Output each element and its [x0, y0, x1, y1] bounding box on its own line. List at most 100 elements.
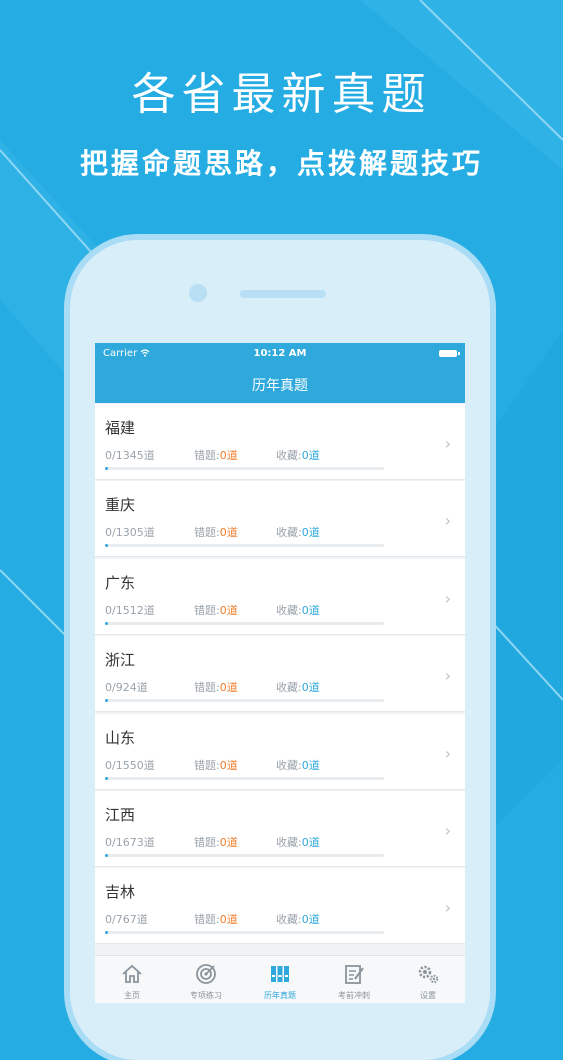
tab-practice[interactable]: 专项练习 [169, 956, 243, 1003]
app-screen: Carrier 10:12 AM 历年真题 福建 0/1345道 错题:0道 收藏:0… [95, 343, 465, 1003]
chevron-right-icon: › [444, 511, 451, 531]
province-name: 重庆 [105, 496, 136, 515]
wrong-count: 0道 [219, 758, 238, 772]
tab-label: 主页 [124, 991, 140, 1000]
province-row[interactable]: 吉林 0/767道 错题:0道 收藏:0道 › [95, 868, 465, 945]
target-icon [196, 964, 216, 984]
wrong-label: 错题: [194, 758, 220, 772]
wrong-stat: 错题:0道 [194, 679, 238, 695]
wrong-stat: 错题:0道 [194, 757, 238, 773]
tab-sprint[interactable]: 考前冲刺 [317, 956, 391, 1003]
progress-track [105, 853, 384, 857]
promo-subtitle: 把握命题思路，点拨解题技巧 [79, 147, 483, 180]
favorite-count: 0道 [301, 835, 320, 849]
page-title: 历年真题 [252, 378, 308, 394]
question-count: 0/1550道 [105, 758, 155, 772]
chevron-right-icon: › [444, 820, 451, 840]
favorite-count: 0道 [301, 449, 320, 462]
progress-track [105, 776, 384, 780]
wrong-label: 错题: [194, 835, 220, 849]
question-count: 0/1305道 [105, 526, 155, 540]
progress-fill [105, 544, 108, 548]
progress-fill [105, 699, 108, 703]
favorite-count: 0道 [301, 758, 320, 772]
tab-past-exams[interactable]: 历年真题 [243, 956, 317, 1003]
question-count: 0/1673道 [105, 835, 155, 849]
question-count: 0/924道 [105, 681, 148, 695]
tab-home[interactable]: 主页 [95, 956, 169, 1003]
nav-bar: Carrier 10:12 AM 历年真题 [95, 343, 465, 403]
favorite-stat: 收藏:0道 [276, 834, 320, 850]
tab-bar: 主页 专项练习 历年真题 考前冲刺 设置 [95, 955, 465, 1003]
progress-track [105, 544, 384, 548]
progress-track [105, 621, 384, 625]
province-name: 福建 [105, 419, 136, 437]
favorite-label: 收藏: [276, 526, 302, 540]
promo-title: 各省最新真题 [131, 69, 432, 120]
wrong-count: 0道 [219, 835, 238, 849]
province-row[interactable]: 浙江 0/924道 错题:0道 收藏:0道 › [95, 636, 465, 713]
progress-fill [105, 467, 108, 470]
province-list: 福建 0/1345道 错题:0道 收藏:0道 › 重庆 0/1305道 错题:0道 收藏:0道 ›… [95, 404, 465, 946]
province-name: 广东 [105, 573, 136, 592]
phone-camera [189, 284, 207, 302]
wrong-stat: 错题:0道 [194, 524, 238, 540]
tab-label: 设置 [420, 991, 436, 1000]
progress-track [105, 931, 384, 935]
question-count: 0/767道 [105, 913, 148, 927]
progress-track [105, 467, 384, 470]
favorite-label: 收藏: [276, 603, 302, 617]
province-row[interactable]: 江西 0/1673道 错题:0道 收藏:0道 › [95, 790, 465, 867]
home-icon [122, 964, 142, 983]
battery-icon [439, 350, 460, 357]
tab-label: 历年真题 [264, 991, 296, 1000]
favorite-label: 收藏: [276, 758, 302, 772]
favorite-label: 收藏: [276, 835, 302, 849]
wrong-stat: 错题:0道 [194, 911, 238, 927]
progress-track [105, 699, 384, 703]
province-name: 山东 [105, 728, 136, 747]
status-time: 10:12 AM [253, 348, 307, 359]
progress-fill [105, 931, 108, 935]
province-name: 江西 [105, 805, 136, 824]
province-name: 浙江 [105, 651, 136, 670]
progress-fill [105, 776, 108, 780]
wrong-label: 错题: [194, 681, 220, 695]
province-row[interactable]: 重庆 0/1305道 错题:0道 收藏:0道 › [95, 481, 465, 558]
question-count: 0/1512道 [105, 603, 155, 617]
phone-speaker [240, 290, 326, 298]
favorite-label: 收藏: [276, 913, 302, 927]
wrong-count: 0道 [219, 449, 238, 462]
favorite-stat: 收藏:0道 [276, 757, 320, 773]
tab-settings[interactable]: 设置 [391, 956, 465, 1003]
progress-fill [105, 621, 108, 625]
wrong-label: 错题: [194, 603, 220, 617]
gears-icon [418, 965, 439, 984]
favorite-count: 0道 [301, 681, 320, 695]
chevron-right-icon: › [444, 743, 451, 763]
wrong-stat: 错题:0道 [194, 447, 238, 463]
province-row[interactable]: 山东 0/1550道 错题:0道 收藏:0道 › [95, 713, 465, 790]
favorite-stat: 收藏:0道 [276, 679, 320, 695]
wrong-count: 0道 [219, 603, 238, 617]
edit-doc-icon [345, 965, 364, 984]
favorite-label: 收藏: [276, 681, 302, 695]
progress-fill [105, 853, 108, 857]
tab-label: 专项练习 [190, 991, 222, 1000]
favorite-count: 0道 [301, 526, 320, 540]
province-row[interactable]: 福建 0/1345道 错题:0道 收藏:0道 › [95, 404, 465, 480]
province-row[interactable]: 广东 0/1512道 错题:0道 收藏:0道 › [95, 558, 465, 635]
wrong-count: 0道 [219, 913, 238, 927]
wrong-label: 错题: [194, 526, 220, 540]
question-count: 0/1345道 [105, 449, 155, 462]
chevron-right-icon: › [444, 434, 451, 453]
favorite-stat: 收藏:0道 [276, 524, 320, 540]
wrong-count: 0道 [219, 526, 238, 540]
province-name: 吉林 [105, 883, 136, 902]
favorite-stat: 收藏:0道 [276, 447, 320, 463]
wrong-count: 0道 [219, 681, 238, 695]
wrong-stat: 错题:0道 [194, 834, 238, 850]
favorite-count: 0道 [301, 913, 320, 927]
tab-label: 考前冲刺 [338, 991, 370, 1000]
favorite-label: 收藏: [276, 449, 302, 462]
